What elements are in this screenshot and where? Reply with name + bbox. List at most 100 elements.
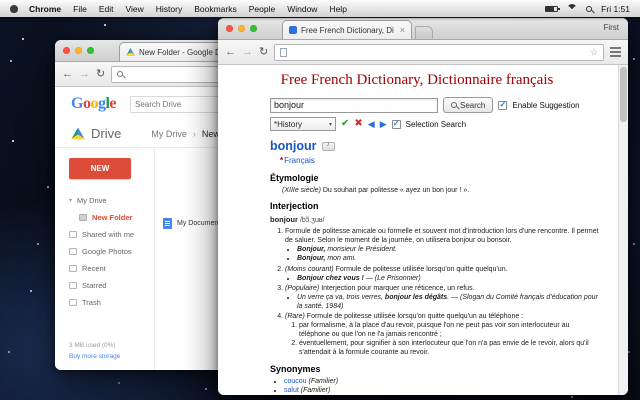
synonym-link[interactable]: coucou bbox=[284, 378, 307, 385]
minimize-window-button[interactable] bbox=[75, 47, 82, 54]
page-icon bbox=[280, 47, 288, 57]
bookmark-star-icon[interactable]: ☆ bbox=[590, 47, 598, 57]
menu-chrome[interactable]: Chrome bbox=[23, 4, 67, 14]
menu-history[interactable]: History bbox=[150, 4, 188, 14]
sidebar-item-label: Recent bbox=[82, 264, 106, 273]
folder-icon bbox=[79, 214, 87, 221]
forward-icon[interactable]: → bbox=[79, 68, 90, 80]
back-icon[interactable]: ← bbox=[225, 46, 236, 58]
dictionary-favicon bbox=[289, 26, 297, 34]
new-button[interactable]: NEW bbox=[69, 158, 131, 179]
scrollbar-thumb[interactable] bbox=[620, 67, 627, 122]
tab-close-icon[interactable]: × bbox=[400, 25, 405, 35]
search-icon bbox=[117, 71, 124, 77]
definition-item: (Moins courant) Formule de politesse uti… bbox=[285, 265, 602, 283]
previous-icon[interactable]: ◀ bbox=[368, 119, 375, 129]
menu-bookmarks[interactable]: Bookmarks bbox=[188, 4, 243, 14]
language-link[interactable]: Français bbox=[284, 156, 315, 165]
buy-more-storage-link[interactable]: Buy more storage bbox=[69, 352, 120, 362]
sidebar-item-google-photos[interactable]: Google Photos bbox=[55, 243, 154, 260]
menu-help[interactable]: Help bbox=[323, 4, 352, 14]
menu-view[interactable]: View bbox=[119, 4, 149, 14]
zoom-window-button[interactable] bbox=[87, 47, 94, 54]
reload-icon[interactable]: ↻ bbox=[96, 68, 105, 80]
entry-word: bonjour bbox=[270, 139, 317, 153]
clear-icon[interactable]: ✖ bbox=[354, 119, 362, 129]
wifi-icon[interactable] bbox=[567, 3, 578, 14]
history-select[interactable]: *History ▾ bbox=[270, 117, 336, 131]
etymology-text: (XIIIe siècle) Du souhait par politesse … bbox=[282, 187, 470, 195]
drive-app-name[interactable]: Drive bbox=[91, 126, 121, 141]
battery-icon[interactable] bbox=[545, 5, 561, 12]
window-controls bbox=[63, 47, 94, 54]
audio-button[interactable]: ♪ bbox=[321, 141, 335, 151]
synonym-link[interactable]: salut bbox=[284, 387, 299, 394]
apple-menu-icon[interactable] bbox=[10, 4, 18, 13]
examples-list: Bonjour chez vous ! — (Le Prisonnier) bbox=[285, 274, 602, 283]
sidebar-item-new-folder[interactable]: New Folder bbox=[55, 209, 154, 226]
search-button[interactable]: Search bbox=[443, 97, 494, 113]
synonyms-list: coucou (Familier) salut (Familier) wesh … bbox=[270, 377, 602, 395]
sidebar-item-starred[interactable]: Starred bbox=[55, 277, 154, 294]
sidebar-item-my-drive[interactable]: ▾ My Drive bbox=[55, 192, 154, 209]
etymology-heading: Étymologie bbox=[270, 172, 319, 183]
forward-icon[interactable]: → bbox=[242, 46, 253, 58]
sub-definitions-list: par formalisme, à la place d'au revoir, … bbox=[285, 321, 602, 357]
spotlight-icon[interactable] bbox=[586, 5, 593, 12]
headword-line: bonjour /bɔ̃.ʒuʁ/ bbox=[270, 215, 602, 225]
menu-edit[interactable]: Edit bbox=[93, 4, 120, 14]
example-item: Bonjour chez vous ! — (Le Prisonnier) bbox=[297, 274, 602, 283]
window-controls bbox=[226, 25, 257, 32]
sidebar-item-recent[interactable]: Recent bbox=[55, 260, 154, 277]
page-title: Free French Dictionary, Dictionnaire fra… bbox=[280, 72, 554, 88]
example-item: Bonjour, mon ami. bbox=[297, 254, 602, 263]
sub-definition-item: éventuellement, pour signifier à son int… bbox=[299, 339, 602, 357]
breadcrumb-my-drive[interactable]: My Drive bbox=[151, 129, 187, 139]
tab-title: Free French Dictionary, Di bbox=[301, 25, 394, 35]
chevron-down-icon: ▾ bbox=[328, 121, 332, 128]
dictionary-entry: bonjour ♪ *Français Étymologie (XIIIe si… bbox=[270, 138, 602, 395]
tab-free-french-dictionary[interactable]: Free French Dictionary, Di × bbox=[282, 20, 413, 39]
synonym-item: salut (Familier) bbox=[284, 386, 602, 395]
entry-word-line: bonjour ♪ bbox=[270, 138, 602, 154]
sidebar-item-trash[interactable]: Trash bbox=[55, 294, 154, 311]
sidebar-item-label: New Folder bbox=[92, 213, 133, 222]
sidebar-item-shared-with-me[interactable]: Shared with me bbox=[55, 226, 154, 243]
close-window-button[interactable] bbox=[63, 47, 70, 54]
reload-icon[interactable]: ↻ bbox=[259, 46, 268, 58]
sidebar-item-label: Starred bbox=[82, 281, 107, 290]
dictionary-search-input[interactable] bbox=[270, 97, 438, 113]
document-icon bbox=[163, 218, 172, 229]
menu-file[interactable]: File bbox=[67, 4, 93, 14]
menubar-clock[interactable]: Fri 1:51 bbox=[601, 4, 630, 14]
dict-address-bar[interactable]: ☆ bbox=[274, 43, 604, 61]
enable-suggestion-checkbox[interactable] bbox=[498, 100, 508, 110]
drive-favicon bbox=[126, 48, 135, 56]
new-tab-button[interactable] bbox=[415, 26, 434, 39]
chrome-menu-icon[interactable] bbox=[610, 47, 621, 57]
photos-icon bbox=[69, 248, 77, 255]
selection-search-checkbox[interactable] bbox=[391, 119, 401, 129]
examples-list: Un verre ça va, trois verres, bonjour le… bbox=[285, 293, 602, 311]
minimize-window-button[interactable] bbox=[238, 25, 245, 32]
speaker-icon: ♪ bbox=[326, 142, 330, 149]
next-icon[interactable]: ▶ bbox=[380, 119, 387, 129]
synonyms-heading: Synonymes bbox=[270, 363, 321, 374]
menu-people[interactable]: People bbox=[243, 4, 281, 14]
confirm-icon[interactable]: ✔ bbox=[341, 119, 349, 129]
file-my-document[interactable]: My Document bbox=[163, 218, 220, 229]
dictionary-page: Free French Dictionary, Dictionnaire fra… bbox=[218, 65, 628, 395]
back-icon[interactable]: ← bbox=[62, 68, 73, 80]
menubar: Chrome File Edit View History Bookmarks … bbox=[0, 0, 640, 17]
close-window-button[interactable] bbox=[226, 25, 233, 32]
zoom-window-button[interactable] bbox=[250, 25, 257, 32]
dict-toolbar: ← → ↻ ☆ bbox=[218, 40, 628, 65]
pronunciation[interactable]: /bɔ̃.ʒuʁ/ bbox=[300, 217, 325, 224]
sidebar-item-label: Google Photos bbox=[82, 247, 132, 256]
drive-logo bbox=[71, 127, 85, 140]
menu-window[interactable]: Window bbox=[281, 4, 323, 14]
desktop-background: Chrome File Edit View History Bookmarks … bbox=[0, 0, 640, 400]
profile-name[interactable]: First bbox=[603, 23, 619, 32]
scrollbar[interactable] bbox=[618, 65, 628, 395]
language-line: *Français bbox=[280, 156, 602, 166]
